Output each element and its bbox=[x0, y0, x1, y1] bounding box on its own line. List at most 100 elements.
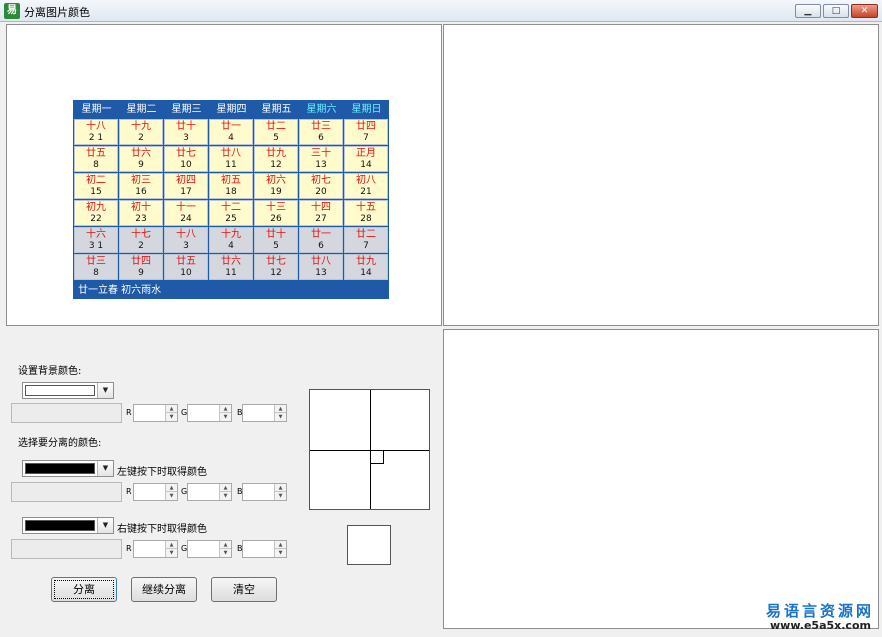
title-bar: 易 分离图片颜色 ▁ □ ✕ bbox=[0, 0, 882, 22]
right-g-spinner[interactable]: ▲ ▼ bbox=[187, 540, 232, 558]
spin-down-icon[interactable]: ▼ bbox=[220, 413, 231, 421]
day-number: 4 bbox=[228, 241, 234, 251]
right-r-label: R bbox=[126, 544, 132, 553]
minimize-button[interactable]: ▁ bbox=[795, 4, 821, 18]
left-color-combo[interactable]: ▼ bbox=[22, 460, 114, 477]
spin-down-icon[interactable]: ▼ bbox=[220, 492, 231, 500]
lunar-date: 廿三 bbox=[86, 256, 106, 267]
calendar-day: 十八 3 bbox=[164, 227, 208, 253]
calendar-day: 廿六 11 bbox=[209, 254, 253, 280]
spin-up-icon[interactable]: ▲ bbox=[166, 405, 177, 413]
spin-up-icon[interactable]: ▲ bbox=[166, 484, 177, 492]
weekday-label: 星期五 bbox=[261, 104, 292, 115]
bg-color-swatch bbox=[25, 385, 95, 396]
day-number: 13 bbox=[315, 160, 327, 170]
weekday-label: 星期日 bbox=[351, 104, 382, 115]
source-image-panel[interactable]: 星期一 星期二 星期三 星期四 星期五 星期六 星期日 十八 2 1 十九 2 廿十 3 廿一 4 廿二 5 廿… bbox=[6, 24, 442, 326]
calendar-day: 廿五 10 bbox=[164, 254, 208, 280]
calendar-day: 廿九 12 bbox=[254, 146, 298, 172]
bg-g-spinner[interactable]: ▲ ▼ bbox=[187, 404, 232, 422]
left-g-spinner[interactable]: ▲ ▼ bbox=[187, 483, 232, 501]
bg-color-preview bbox=[11, 403, 122, 423]
day-number: 9 bbox=[138, 268, 144, 278]
continue-separate-button[interactable]: 继续分离 bbox=[131, 577, 197, 602]
day-number: 6 bbox=[318, 241, 324, 251]
right-r-spinner[interactable]: ▲ ▼ bbox=[133, 540, 178, 558]
day-number: 12 bbox=[270, 160, 282, 170]
result-image-panel-bottom[interactable] bbox=[443, 329, 879, 629]
spin-down-icon[interactable]: ▼ bbox=[166, 492, 177, 500]
lunar-date: 廿三 bbox=[311, 121, 331, 132]
lunar-date: 廿二 bbox=[266, 121, 286, 132]
spin-down-icon[interactable]: ▼ bbox=[166, 549, 177, 557]
spin-up-icon[interactable]: ▲ bbox=[275, 541, 286, 549]
bg-r-spinner[interactable]: ▲ ▼ bbox=[133, 404, 178, 422]
spin-up-icon[interactable]: ▲ bbox=[275, 484, 286, 492]
lunar-date: 十八 bbox=[86, 121, 106, 132]
day-number: 6 bbox=[318, 133, 324, 143]
spin-down-icon[interactable]: ▼ bbox=[275, 549, 286, 557]
spin-down-icon[interactable]: ▼ bbox=[275, 413, 286, 421]
maximize-button[interactable]: □ bbox=[823, 4, 849, 18]
lunar-date: 初五 bbox=[221, 175, 241, 186]
lunar-date: 廿五 bbox=[176, 256, 196, 267]
calendar-day: 正月 14 bbox=[344, 146, 388, 172]
spin-up-icon[interactable]: ▲ bbox=[220, 405, 231, 413]
calendar-day: 廿十 3 bbox=[164, 119, 208, 145]
spin-up-icon[interactable]: ▲ bbox=[166, 541, 177, 549]
spin-down-icon[interactable]: ▼ bbox=[166, 413, 177, 421]
lunar-date: 廿十 bbox=[266, 229, 286, 240]
calendar-day: 初八 21 bbox=[344, 173, 388, 199]
calendar-day: 廿三 8 bbox=[74, 254, 118, 280]
calendar-day: 初三 16 bbox=[119, 173, 163, 199]
calendar-footer: 廿一立春 初六雨水 bbox=[78, 285, 162, 296]
spin-up-icon[interactable]: ▲ bbox=[220, 484, 231, 492]
calendar-day: 十三 26 bbox=[254, 200, 298, 226]
lunar-date: 廿四 bbox=[131, 256, 151, 267]
spin-down-icon[interactable]: ▼ bbox=[275, 492, 286, 500]
sep-color-label: 选择要分离的颜色: bbox=[18, 438, 102, 449]
calendar-day: 十七 2 bbox=[119, 227, 163, 253]
calendar-day: 廿五 8 bbox=[74, 146, 118, 172]
crosshair-pixel-box bbox=[370, 450, 384, 464]
left-color-preview bbox=[11, 482, 122, 502]
left-r-spinner[interactable]: ▲ ▼ bbox=[133, 483, 178, 501]
day-number: 3 1 bbox=[88, 241, 104, 251]
calendar-day: 初七 20 bbox=[299, 173, 343, 199]
spin-up-icon[interactable]: ▲ bbox=[275, 405, 286, 413]
day-number: 8 bbox=[93, 268, 99, 278]
day-number: 13 bbox=[315, 268, 327, 278]
chevron-down-icon[interactable]: ▼ bbox=[97, 461, 113, 476]
spin-up-icon[interactable]: ▲ bbox=[220, 541, 231, 549]
day-number: 9 bbox=[138, 160, 144, 170]
left-b-spinner[interactable]: ▲ ▼ bbox=[242, 483, 287, 501]
chevron-down-icon[interactable]: ▼ bbox=[97, 383, 113, 398]
lunar-date: 廿五 bbox=[86, 148, 106, 159]
lunar-date: 三十 bbox=[311, 148, 331, 159]
calendar-day: 初九 22 bbox=[74, 200, 118, 226]
weekday-label: 星期六 bbox=[306, 104, 337, 115]
chevron-down-icon[interactable]: ▼ bbox=[97, 518, 113, 533]
lunar-date: 廿六 bbox=[221, 256, 241, 267]
calendar-day: 十九 2 bbox=[119, 119, 163, 145]
calendar-header: 星期一 星期二 星期三 星期四 星期五 星期六 星期日 bbox=[74, 101, 390, 119]
spin-down-icon[interactable]: ▼ bbox=[220, 549, 231, 557]
calendar-day: 廿六 9 bbox=[119, 146, 163, 172]
right-b-spinner[interactable]: ▲ ▼ bbox=[242, 540, 287, 558]
day-number: 24 bbox=[180, 214, 192, 224]
day-number: 16 bbox=[135, 187, 147, 197]
result-image-panel-top[interactable] bbox=[443, 24, 879, 326]
calendar-day: 初四 17 bbox=[164, 173, 208, 199]
close-button[interactable]: ✕ bbox=[851, 4, 878, 18]
day-number: 2 1 bbox=[88, 133, 104, 143]
separate-button[interactable]: 分离 bbox=[51, 577, 117, 602]
window-title: 分离图片颜色 bbox=[24, 6, 90, 19]
day-number: 7 bbox=[363, 241, 369, 251]
bg-b-spinner[interactable]: ▲ ▼ bbox=[242, 404, 287, 422]
lunar-date: 廿八 bbox=[221, 148, 241, 159]
right-color-combo[interactable]: ▼ bbox=[22, 517, 114, 534]
bg-color-combo[interactable]: ▼ bbox=[22, 382, 114, 399]
day-number: 14 bbox=[360, 160, 372, 170]
lunar-date: 初四 bbox=[176, 175, 196, 186]
clear-button[interactable]: 清空 bbox=[211, 577, 277, 602]
